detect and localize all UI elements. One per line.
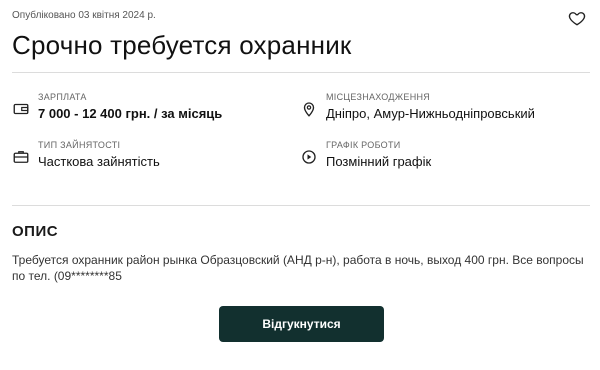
description-text: Требуется охранник район рынка Образцовс… bbox=[12, 253, 584, 283]
location-value: Дніпро, Амур-Нижньодніпровський bbox=[326, 106, 535, 121]
page-title: Срочно требуется охранник bbox=[12, 30, 352, 60]
schedule-value: Позмінний графік bbox=[326, 154, 432, 169]
employment-type-label: ТИП ЗАЙНЯТОСТІ bbox=[38, 140, 121, 150]
description-heading: ОПИС bbox=[12, 223, 59, 240]
divider bbox=[12, 205, 590, 206]
divider bbox=[12, 72, 590, 73]
schedule-block: ГРАФІК РОБОТИ Позмінний графік bbox=[300, 140, 431, 169]
heart-icon[interactable] bbox=[568, 9, 586, 27]
location-label: МІСЦЕЗНАХОДЖЕННЯ bbox=[326, 92, 431, 102]
schedule-label: ГРАФІК РОБОТИ bbox=[326, 140, 401, 150]
location-block: МІСЦЕЗНАХОДЖЕННЯ Дніпро, Амур-Нижньодніп… bbox=[300, 92, 535, 121]
briefcase-icon bbox=[13, 151, 29, 163]
job-page: Опубліковано 03 квітня 2024 р. Срочно тр… bbox=[0, 0, 600, 370]
employment-type-block: ТИП ЗАЙНЯТОСТІ Часткова зайнятість bbox=[12, 140, 160, 169]
salary-block: ЗАРПЛАТА 7 000 - 12 400 грн. / за місяць bbox=[12, 92, 222, 121]
location-pin-icon bbox=[303, 102, 315, 117]
salary-value: 7 000 - 12 400 грн. / за місяць bbox=[38, 106, 223, 121]
play-circle-icon bbox=[302, 150, 316, 164]
employment-type-value: Часткова зайнятість bbox=[38, 154, 160, 169]
wallet-icon bbox=[13, 103, 29, 115]
respond-button[interactable]: Відгукнутися bbox=[219, 306, 384, 342]
salary-label: ЗАРПЛАТА bbox=[38, 92, 87, 102]
published-date: Опубліковано 03 квітня 2024 р. bbox=[12, 10, 156, 21]
